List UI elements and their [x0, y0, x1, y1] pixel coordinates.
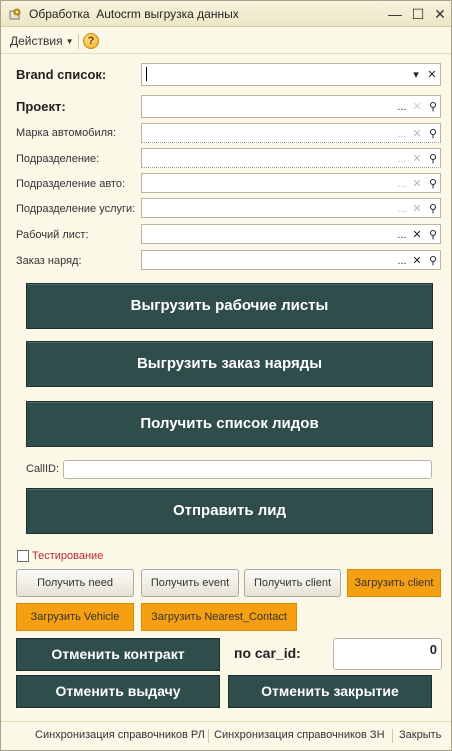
car-brand-field[interactable]: ... ✕ ⚲ [141, 123, 441, 143]
callid-field[interactable] [63, 460, 432, 479]
project-field[interactable]: ... ✕ ⚲ [141, 95, 441, 118]
command-bar: Действия ▼ ? [1, 28, 451, 54]
clear-icon[interactable]: ✕ [410, 252, 424, 270]
sync-zn-button[interactable]: Синхронизация справочников ЗН [214, 729, 385, 741]
division-field[interactable]: ... ✕ ⚲ [141, 148, 441, 168]
select-icon: ... [397, 128, 407, 140]
load-client-button[interactable]: Загрузить client [347, 569, 441, 597]
close-button[interactable]: Закрыть [399, 729, 441, 741]
testing-checkbox[interactable] [17, 550, 29, 562]
title-bar: Обработка Autocrm выгрузка данных — ☐ ✕ [1, 1, 451, 27]
clear-icon[interactable]: ✕ [410, 226, 424, 244]
worksheet-field[interactable]: ... ✕ ⚲ [141, 224, 441, 244]
clear-icon: ✕ [412, 128, 422, 140]
send-lead-button[interactable]: Отправить лид [26, 488, 433, 534]
search-icon[interactable]: ⚲ [426, 150, 440, 168]
project-label: Проект: [16, 99, 66, 114]
cancel-close-button[interactable]: Отменить закрытие [228, 675, 432, 708]
upload-work-orders-button[interactable]: Выгрузить заказ наряды [26, 341, 433, 387]
brand-input[interactable] [142, 64, 440, 85]
get-leads-button[interactable]: Получить список лидов [26, 401, 433, 447]
testing-label: Тестирование [32, 550, 104, 562]
brand-field[interactable]: ▾ ✕ [141, 63, 441, 86]
select-icon: ... [397, 178, 407, 190]
help-icon[interactable]: ? [83, 33, 99, 49]
car-brand-label: Марка автомобиля: [16, 127, 117, 139]
search-icon[interactable]: ⚲ [426, 252, 440, 270]
cancel-issue-button[interactable]: Отменить выдачу [16, 675, 220, 708]
footer-divider [392, 729, 393, 743]
clear-icon: ✕ [412, 153, 422, 165]
search-icon[interactable]: ⚲ [426, 200, 440, 218]
maximize-icon[interactable]: ☐ [410, 6, 426, 22]
clear-icon: ✕ [412, 178, 422, 190]
brand-label: Brand список: [16, 67, 107, 82]
search-icon[interactable]: ⚲ [426, 226, 440, 244]
get-client-button[interactable]: Получить client [244, 569, 341, 597]
processing-icon [9, 8, 21, 20]
car-id-value[interactable]: 0 [430, 642, 437, 657]
division-label: Подразделение: [16, 153, 100, 165]
clear-icon: ✕ [412, 203, 422, 215]
dropdown-icon[interactable]: ▾ [409, 66, 423, 84]
select-icon[interactable]: ... [395, 252, 409, 270]
footer-bar: Синхронизация справочников РЛ Синхрониза… [1, 721, 451, 750]
work-order-label: Заказ наряд: [16, 255, 82, 267]
search-icon[interactable]: ⚲ [426, 125, 440, 143]
chevron-down-icon: ▼ [65, 37, 74, 46]
worksheet-label: Рабочий лист: [16, 229, 89, 241]
callid-label: CallID: [26, 463, 60, 475]
text-cursor [146, 67, 147, 81]
cancel-contract-button[interactable]: Отменить контракт [16, 638, 220, 671]
get-event-button[interactable]: Получить event [141, 569, 239, 597]
search-icon[interactable]: ⚲ [426, 175, 440, 193]
load-nearest-contact-button[interactable]: Загрузить Nearest_Contact [141, 603, 297, 631]
select-icon: ... [397, 153, 407, 165]
window-title: Обработка Autocrm выгрузка данных [29, 7, 239, 21]
clear-icon: ✕ [412, 101, 422, 113]
sync-rl-button[interactable]: Синхронизация справочников РЛ [35, 729, 205, 741]
minimize-icon[interactable]: — [387, 6, 403, 22]
close-icon[interactable]: ✕ [432, 6, 448, 22]
upload-worksheets-button[interactable]: Выгрузить рабочие листы [26, 283, 433, 329]
processing-window: Обработка Autocrm выгрузка данных — ☐ ✕ … [0, 0, 452, 751]
division-auto-label: Подразделение авто: [16, 178, 126, 190]
load-vehicle-button[interactable]: Загрузить Vehicle [16, 603, 134, 631]
select-icon[interactable]: ... [395, 226, 409, 244]
clear-icon[interactable]: ✕ [425, 66, 439, 84]
callid-input[interactable] [64, 461, 431, 478]
car-id-label: по car_id: [234, 645, 301, 661]
division-services-field[interactable]: ... ✕ ⚲ [141, 198, 441, 218]
select-icon[interactable]: ... [395, 98, 409, 116]
select-icon: ... [397, 203, 407, 215]
search-icon[interactable]: ⚲ [426, 98, 440, 116]
work-order-field[interactable]: ... ✕ ⚲ [141, 250, 441, 270]
actions-menu-label: Действия [10, 34, 63, 48]
division-auto-field[interactable]: ... ✕ ⚲ [141, 173, 441, 193]
toolbar-divider [78, 34, 79, 49]
division-services-label: Подразделение услуги: [16, 203, 136, 215]
footer-divider [208, 729, 209, 743]
get-need-button[interactable]: Получить need [16, 569, 134, 597]
actions-menu[interactable]: Действия ▼ [10, 34, 74, 48]
car-id-field[interactable]: 0 [333, 638, 442, 670]
